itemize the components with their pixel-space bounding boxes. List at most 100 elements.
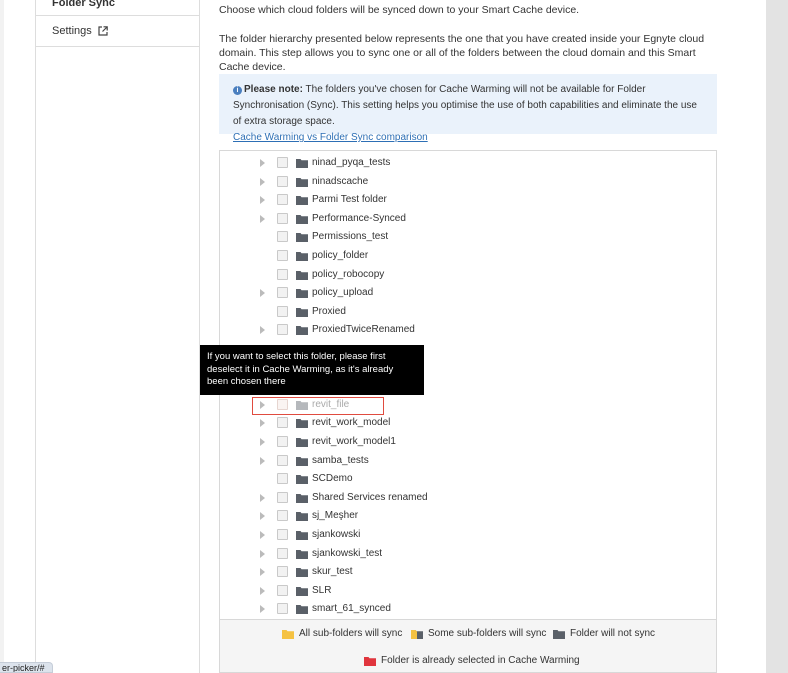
folder-icon [296, 251, 308, 261]
folder-icon [296, 325, 308, 336]
folder-yellow-icon [282, 629, 294, 639]
folder-icon [296, 511, 308, 522]
comparison-link[interactable]: Cache Warming vs Folder Sync comparison [233, 132, 428, 143]
legend-none: Folder will not sync [553, 628, 655, 639]
folder-checkbox[interactable] [277, 473, 288, 485]
expand-caret-icon[interactable] [260, 531, 265, 539]
folder-checkbox [277, 398, 288, 410]
legend-some: Some sub-folders will sync [411, 628, 546, 639]
folder-name: ProxiedTwiceRenamed [312, 324, 415, 336]
cache-warming-tooltip: If you want to select this folder, pleas… [200, 345, 424, 395]
folder-checkbox[interactable] [277, 454, 288, 466]
folder-name: policy_robocopy [312, 268, 385, 280]
expand-caret-icon[interactable] [260, 493, 265, 502]
folder-checkbox[interactable] [277, 324, 288, 336]
folder-icon [296, 567, 308, 578]
tree-row[interactable]: Shared Services renamed [220, 489, 716, 507]
tree-row[interactable]: sjankowski [220, 526, 716, 544]
expand-caret-icon[interactable] [260, 512, 265, 521]
folder-icon [296, 288, 308, 299]
tree-row[interactable]: samba_tests [220, 452, 716, 470]
folder-checkbox[interactable] [277, 157, 288, 168]
expand-caret-icon[interactable] [260, 419, 265, 428]
folder-icon [296, 493, 308, 503]
folder-name: samba_tests [312, 454, 369, 466]
folder-name: revit_work_model1 [312, 436, 396, 447]
folder-name: SLR [312, 584, 332, 596]
tree-row[interactable]: smart_61_synced [220, 600, 716, 618]
folder-checkbox[interactable] [277, 584, 288, 596]
folder-icon [296, 158, 308, 168]
expand-caret-icon[interactable] [260, 159, 265, 167]
folder-checkbox[interactable] [277, 547, 288, 559]
expand-caret-icon[interactable] [260, 326, 265, 335]
folder-checkbox[interactable] [277, 268, 288, 280]
folder-checkbox[interactable] [277, 417, 288, 429]
tree-row[interactable]: Proxied [220, 303, 716, 321]
tree-row[interactable]: SLR [220, 582, 716, 600]
tree-row[interactable]: revit_work_model1 [220, 433, 716, 451]
tree-row[interactable]: SCDemo [220, 470, 716, 488]
tree-row[interactable]: skur_test [220, 563, 716, 581]
folder-name: sj_Meşher [312, 510, 359, 522]
sidebar-item-label: Settings [52, 25, 92, 37]
tree-row[interactable]: ProxiedTwiceRenamed [220, 321, 716, 339]
tree-row[interactable]: revit_work_model [220, 414, 716, 432]
folder-name: revit_file [312, 398, 350, 410]
folder-name: sjankowski_test [312, 547, 383, 559]
expand-caret-icon[interactable] [260, 400, 265, 409]
sidebar-item-label: Folder Sync [52, 0, 115, 9]
folder-checkbox[interactable] [277, 250, 288, 261]
expand-caret-icon[interactable] [260, 568, 265, 577]
folder-icon [296, 604, 308, 615]
expand-caret-icon[interactable] [260, 438, 265, 446]
tree-row[interactable]: Parmi Test folder [220, 191, 716, 209]
expand-caret-icon[interactable] [260, 549, 265, 558]
expand-caret-icon[interactable] [260, 196, 265, 205]
folder-checkbox[interactable] [277, 566, 288, 578]
legend-all: All sub-folders will sync [282, 628, 402, 639]
sidebar: Folder Sync Settings [35, 0, 200, 673]
tree-row[interactable]: policy_upload [220, 284, 716, 302]
tree-row[interactable]: policy_robocopy [220, 266, 716, 284]
tree-row[interactable]: ninadscache [220, 173, 716, 191]
sidebar-item-settings[interactable]: Settings [36, 16, 199, 47]
tree-row[interactable]: policy_folder [220, 247, 716, 265]
tree-row[interactable]: Performance-Synced [220, 210, 716, 228]
expand-caret-icon[interactable] [260, 456, 265, 465]
folder-checkbox[interactable] [277, 529, 288, 540]
expand-caret-icon[interactable] [260, 289, 265, 298]
expand-caret-icon[interactable] [260, 214, 265, 223]
tree-row[interactable]: ninad_pyqa_tests [220, 154, 716, 172]
tree-row[interactable]: revit_file [220, 396, 716, 414]
folder-checkbox[interactable] [277, 510, 288, 522]
expand-caret-icon[interactable] [260, 177, 265, 186]
folder-checkbox[interactable] [277, 231, 288, 243]
sidebar-item-folder-sync[interactable]: Folder Sync [36, 0, 199, 16]
expand-caret-icon[interactable] [260, 586, 265, 595]
folder-checkbox[interactable] [277, 491, 288, 503]
folder-checkbox[interactable] [277, 287, 288, 299]
tree-row[interactable]: Permissions_test [220, 228, 716, 246]
folder-icon [296, 530, 308, 540]
folder-checkbox[interactable] [277, 436, 288, 447]
folder-name: Permissions_test [312, 231, 389, 243]
folder-name: ninad_pyqa_tests [312, 157, 391, 168]
folder-icon [296, 195, 308, 206]
tree-row[interactable]: sjankowski_test [220, 545, 716, 563]
folder-icon [296, 437, 308, 447]
folder-checkbox[interactable] [277, 212, 288, 224]
folder-checkbox[interactable] [277, 175, 288, 187]
expand-caret-icon[interactable] [260, 605, 265, 614]
hierarchy-description: The folder hierarchy presented below rep… [219, 33, 705, 73]
folder-name: smart_61_synced [312, 603, 391, 615]
folder-checkbox[interactable] [277, 603, 288, 615]
tree-row[interactable]: sj_Meşher [220, 507, 716, 525]
info-icon: i [233, 86, 242, 95]
folder-icon [296, 232, 308, 243]
folder-checkbox[interactable] [277, 305, 288, 317]
folder-name: skur_test [312, 566, 353, 578]
folder-checkbox[interactable] [277, 194, 288, 206]
folder-name: Parmi Test folder [312, 194, 387, 206]
status-url: er-picker/# [0, 662, 53, 673]
